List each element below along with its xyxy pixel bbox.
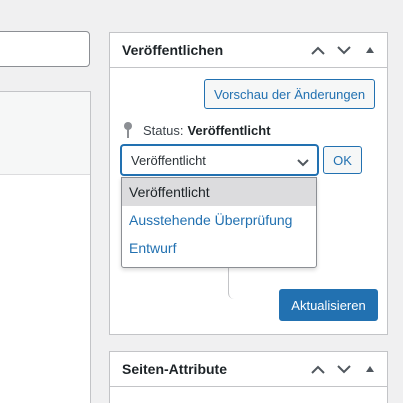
editor-panel[interactable] (0, 91, 91, 403)
pin-icon (121, 121, 135, 139)
dropdown-option[interactable]: Ausstehende Überprüfung (122, 206, 316, 234)
publish-title: Veröffentlichen (122, 42, 224, 58)
preview-changes-button[interactable]: Vorschau der Änderungen (204, 79, 376, 109)
status-label: Status: (143, 122, 184, 138)
status-row: Status: Veröffentlicht (121, 121, 271, 139)
editor-toolbar (0, 92, 90, 175)
chevron-up-icon[interactable] (309, 41, 327, 59)
status-dropdown-list: Veröffentlicht Ausstehende Überprüfung E… (121, 177, 317, 268)
chevron-down-icon[interactable] (335, 360, 353, 378)
chevron-down-icon[interactable] (335, 41, 353, 59)
ok-button[interactable]: OK (323, 146, 362, 174)
status-select[interactable]: Veröffentlicht (121, 145, 318, 175)
page-attributes-title: Seiten-Attribute (122, 361, 227, 377)
dropdown-option[interactable]: Veröffentlicht (122, 178, 316, 206)
publish-handle-actions (309, 41, 379, 59)
update-button[interactable]: Aktualisieren (279, 289, 378, 321)
chevron-up-icon[interactable] (309, 360, 327, 378)
status-value: Veröffentlicht (187, 122, 271, 138)
attributes-handle-actions (309, 360, 379, 378)
triangle-up-icon[interactable] (361, 360, 379, 378)
page-attributes-header: Seiten-Attribute (110, 352, 387, 387)
triangle-up-icon[interactable] (361, 41, 379, 59)
status-select-value: Veröffentlicht (131, 152, 206, 168)
page-attributes-postbox: Seiten-Attribute (109, 351, 388, 403)
chevron-down-icon (297, 155, 309, 170)
publish-header: Veröffentlichen (110, 33, 387, 68)
dropdown-option[interactable]: Entwurf (122, 234, 316, 262)
title-input[interactable] (0, 31, 90, 67)
